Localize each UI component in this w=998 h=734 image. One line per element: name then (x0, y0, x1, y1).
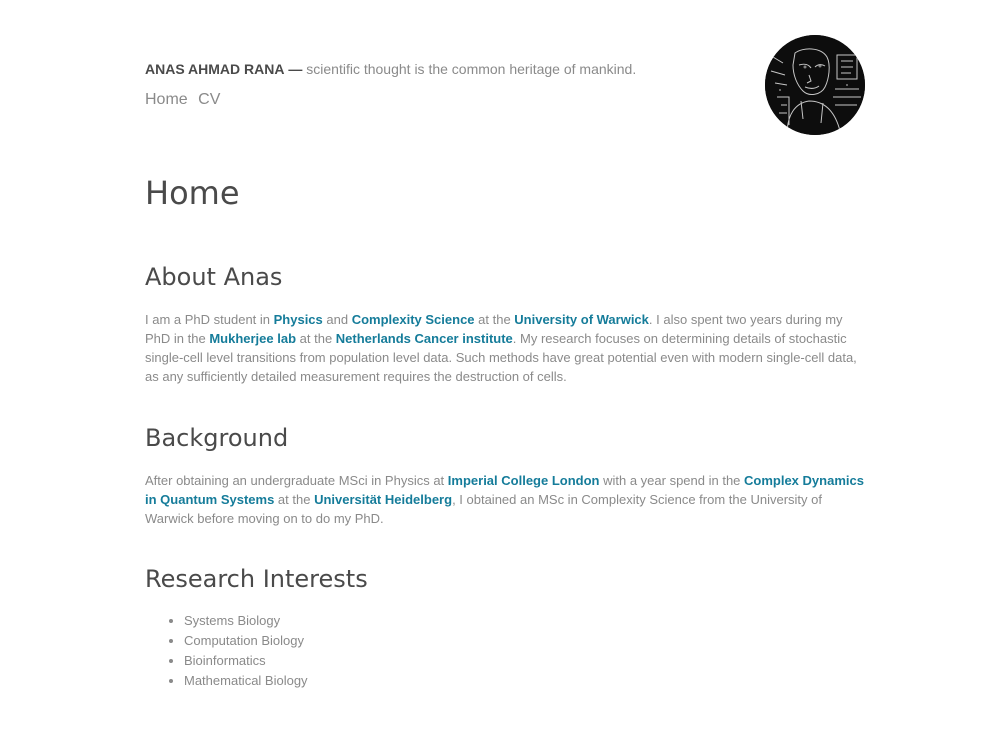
main-nav: Home CV (145, 90, 226, 110)
about-heading: About Anas (145, 263, 283, 291)
site-name[interactable]: ANAS AHMAD RANA (145, 61, 284, 77)
site-title-dash: — (288, 61, 303, 77)
portrait-photo-icon (765, 35, 865, 135)
about-text-5: at the (296, 331, 336, 346)
background-text-3: at the (274, 492, 315, 507)
nav-home-link[interactable]: Home (145, 91, 188, 108)
background-text-1: After obtaining an undergraduate MSci in… (145, 473, 448, 488)
masthead: ANAS AHMAD RANA — scientific thought is … (145, 0, 865, 140)
complexity-science-link[interactable]: Complexity Science (352, 312, 475, 327)
netherlands-cancer-institute-link[interactable]: Netherlands Cancer institute (336, 331, 513, 346)
background-paragraph: After obtaining an undergraduate MSci in… (145, 471, 865, 528)
list-item: Systems Biology (184, 611, 308, 631)
research-interests-heading: Research Interests (145, 565, 368, 593)
list-item: Bioinformatics (184, 651, 308, 671)
imperial-college-link[interactable]: Imperial College London (448, 473, 600, 488)
about-text-2: and (322, 312, 352, 327)
about-text-1: I am a PhD student in (145, 312, 274, 327)
background-heading: Background (145, 424, 289, 452)
about-text-3: at the (474, 312, 515, 327)
background-text-2: with a year spend in the (599, 473, 745, 488)
page-title: Home (145, 174, 240, 212)
about-paragraph: I am a PhD student in Physics and Comple… (145, 310, 865, 386)
heidelberg-link[interactable]: Universität Heidelberg (314, 492, 452, 507)
physics-link[interactable]: Physics (274, 312, 323, 327)
list-item: Computation Biology (184, 631, 308, 651)
site-title: ANAS AHMAD RANA — scientific thought is … (145, 61, 636, 77)
page-container: ANAS AHMAD RANA — scientific thought is … (145, 0, 865, 688)
nav-cv-link[interactable]: CV (198, 91, 220, 108)
mukherjee-lab-link[interactable]: Mukherjee lab (209, 331, 296, 346)
university-of-warwick-link[interactable]: University of Warwick (514, 312, 649, 327)
site-tagline: scientific thought is the common heritag… (306, 61, 637, 77)
research-interests-list: Systems Biology Computation Biology Bioi… (145, 611, 308, 691)
list-item: Mathematical Biology (184, 671, 308, 691)
avatar[interactable] (765, 35, 865, 135)
